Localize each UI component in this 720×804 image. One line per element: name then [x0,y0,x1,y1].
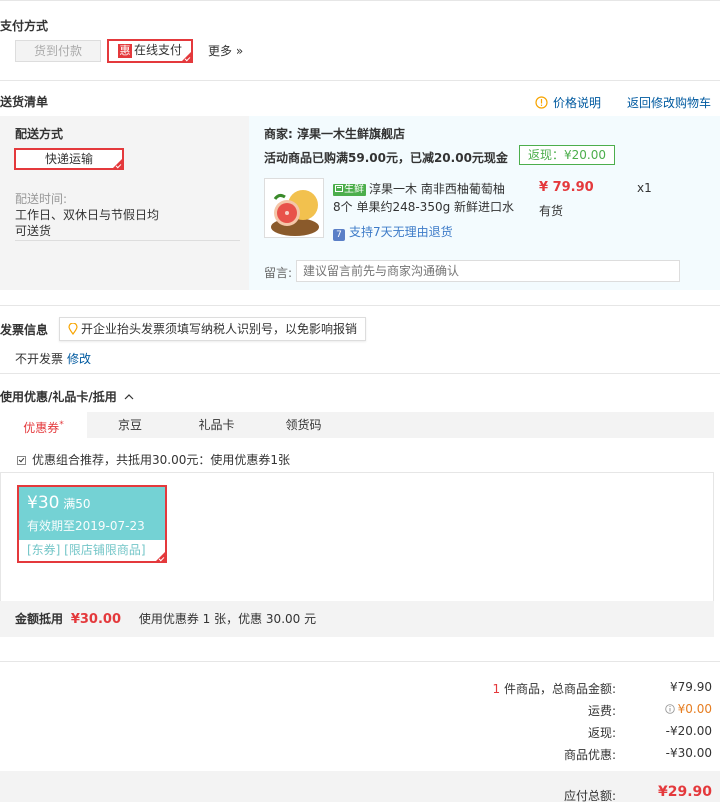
return-policy-icon: 7 [333,229,345,241]
price-info-link[interactable]: 价格说明 [535,94,601,111]
recommend-checkbox[interactable] [17,456,26,465]
delivery-method-title: 配送方式 [15,127,64,141]
message-label: 留言: [264,266,293,280]
warning-circle-icon [535,96,548,109]
merchant-name: 淳果一木生鲜旗舰店 [297,127,406,141]
cashback-value: -¥20.00 [665,724,712,738]
tab-coupons[interactable]: 优惠券* [0,412,87,438]
location-pin-icon [68,322,78,336]
fresh-icon [335,185,343,192]
shipping-value-row: ¥0.00 [632,702,712,716]
stock-status: 有货 [539,204,564,218]
payable-label: 应付总额: [563,789,616,803]
return-policy: 7 支持7天无理由退货 [333,223,453,241]
shipping-value: ¥0.00 [677,702,712,716]
grapefruit-image [265,179,323,237]
tab-jingdou[interactable]: 京豆 [87,412,173,438]
selected-check-icon [182,52,191,61]
promo-text: 活动商品已购满59.00元，已减20.00元现金 [264,151,508,165]
coupon-amount: ¥30 [27,493,60,513]
summary-label: 金额抵用 [15,612,64,626]
coupon-area-border-left [0,472,1,601]
message-input[interactable] [296,260,680,282]
cashback-badge: 返现：¥20.00 [519,145,615,165]
merchant-label: 商家: [264,127,293,141]
payment-title: 支付方式 [0,19,49,33]
more-payment-link[interactable]: 更多 » [208,42,243,59]
divider [0,373,720,374]
delivery-time-value-2: 可送货 [15,224,52,238]
coupon-card-top: ¥30 满50 有效期至2019-07-23 [19,487,165,540]
chevron-up-icon [124,394,134,400]
discount-label: 商品优惠: [563,748,616,762]
express-delivery-button[interactable]: 快递运输 [14,148,124,170]
invoice-tip-text: 开企业抬头发票须填写纳税人识别号，以免影响报销 [81,322,358,336]
divider [0,472,714,473]
fresh-tag: 生鲜 [333,184,366,196]
product-name: 淳果一木 南非西柚葡萄柚 [369,182,505,196]
items-total-value: ¥79.90 [670,680,712,694]
coupons-title[interactable]: 使用优惠/礼品卡/抵用 [0,388,134,405]
coupons-title-label: 使用优惠/礼品卡/抵用 [0,390,117,404]
product-price: ¥ 79.90 [539,180,594,195]
summary-amount: ¥30.00 [70,612,122,627]
items-total-label: 1 件商品，总商品金额: [492,682,616,696]
divider [15,240,240,241]
invoice-tip: 开企业抬头发票须填写纳税人识别号，以免影响报销 [59,317,367,341]
back-to-cart-link[interactable]: 返回修改购物车 [627,94,711,111]
price-info-label: 价格说明 [553,96,602,110]
coupon-summary-bar: 金额抵用 ¥30.00 使用优惠券 1 张，优惠 30.00 元 [0,601,714,637]
product-image[interactable] [264,178,324,238]
delivery-time-label: 配送时间: [15,192,68,206]
product-name-line-2[interactable]: 8个 单果约248-350g 新鲜进口水 [333,198,514,215]
recommend-text: 优惠组合推荐，共抵用30.00元：使用优惠券1张 [32,453,290,467]
coupon-expiry: 有效期至2019-07-23 [27,519,145,533]
tab-gift-card[interactable]: 礼品卡 [173,412,260,438]
divider [0,305,720,306]
payable-value: ¥29.90 [657,784,712,800]
product-quantity: x1 [637,181,652,195]
info-icon[interactable] [664,704,675,714]
online-payment-label: 在线支付 [133,43,182,57]
coupon-scope: [东券] [限店铺限商品] [19,540,165,561]
delivery-time-value-1: 工作日、双休日与节假日均 [15,208,160,222]
invoice-edit-link[interactable]: 修改 [67,350,91,367]
invoice-value: 不开发票 [15,352,64,366]
invoice-title: 发票信息 [0,323,49,337]
express-delivery-label: 快递运输 [44,152,93,166]
coupon-area-border-right [713,472,714,601]
shipping-label: 运费: [587,704,616,718]
divider [0,80,720,81]
delivery-title: 送货清单 [0,95,49,109]
selected-check-icon [113,159,122,168]
top-divider [0,0,720,1]
product-name-line-1[interactable]: 生鲜 淳果一木 南非西柚葡萄柚 [333,180,505,197]
online-payment-button[interactable]: 惠在线支付 [107,39,193,63]
return-policy-label: 支持7天无理由退货 [349,225,453,239]
merchant-row: 商家: 淳果一木生鲜旗舰店 [264,125,405,142]
coupon-card[interactable]: ¥30 满50 有效期至2019-07-23 [东券] [限店铺限商品] [17,485,167,563]
cod-button[interactable]: 货到付款 [15,40,101,62]
cashback-label: 返现: [587,726,616,740]
recommend-row[interactable]: 优惠组合推荐，共抵用30.00元：使用优惠券1张 [17,451,290,468]
hui-badge: 惠 [117,44,132,58]
discount-value: -¥30.00 [665,746,712,760]
coupon-condition: 满50 [63,497,91,511]
divider [0,661,720,662]
summary-detail: 使用优惠券 1 张，优惠 30.00 元 [138,612,317,626]
selected-check-icon [156,552,165,561]
tab-redeem-code[interactable]: 领货码 [260,412,347,438]
